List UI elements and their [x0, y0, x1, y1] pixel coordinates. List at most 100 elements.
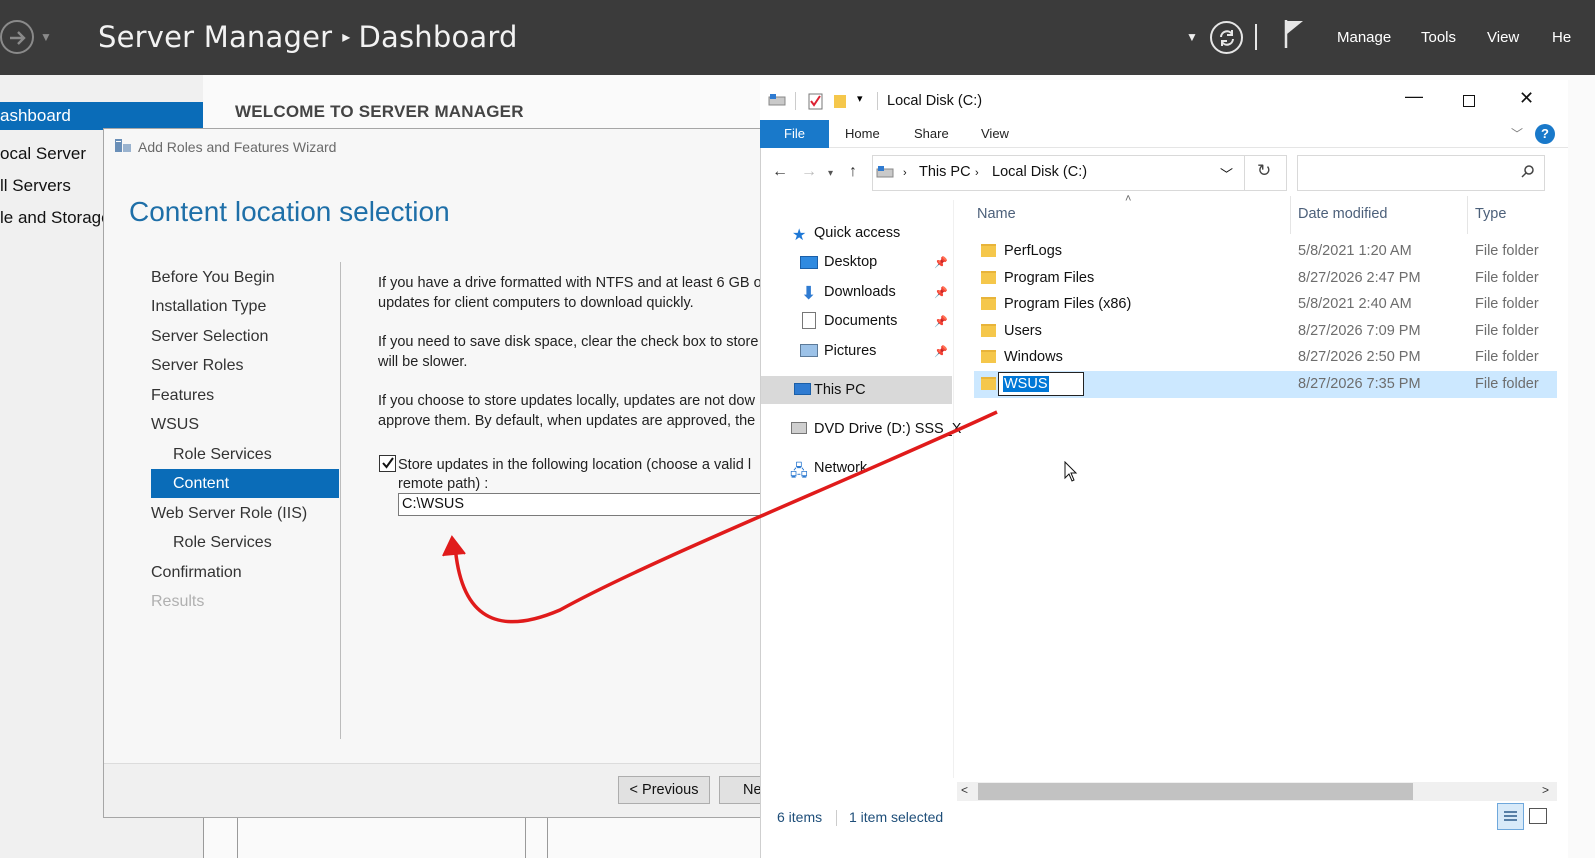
pin-icon[interactable]: 📌 [934, 315, 948, 328]
nav-documents[interactable]: Documents [824, 313, 897, 329]
tab-view[interactable]: View [981, 126, 1009, 141]
back-arrow-icon[interactable] [0, 20, 34, 54]
tab-share[interactable]: Share [914, 126, 949, 141]
step-content[interactable]: Content [173, 475, 229, 493]
nav-downloads[interactable]: Downloads [824, 284, 896, 300]
nav-desktop[interactable]: Desktop [824, 254, 877, 270]
close-icon[interactable]: ✕ [1519, 88, 1534, 109]
breadcrumb-this-pc[interactable]: This PC [919, 164, 971, 180]
pin-icon[interactable]: 📌 [934, 256, 948, 269]
step-web-server-role[interactable]: Web Server Role (IIS) [151, 505, 307, 523]
page-title: Dashboard [358, 20, 518, 54]
nav-this-pc[interactable]: This PC [814, 382, 866, 398]
search-icon[interactable] [1521, 164, 1535, 183]
up-icon[interactable]: ↑ [849, 163, 857, 181]
nav-dvd-drive[interactable]: DVD Drive (D:) SSS_X [814, 421, 961, 437]
column-date-modified[interactable]: Date modified [1298, 206, 1387, 222]
qat-divider [877, 92, 878, 110]
tab-file[interactable]: File [760, 120, 829, 148]
scroll-right-icon[interactable]: > [1542, 783, 1549, 797]
column-type[interactable]: Type [1475, 206, 1506, 222]
file-name[interactable]: Windows [1004, 349, 1063, 365]
menu-manage[interactable]: Manage [1337, 29, 1391, 46]
notifications-flag-icon[interactable] [1283, 18, 1307, 55]
file-name[interactable]: Users [1004, 323, 1042, 339]
column-name[interactable]: Name [977, 206, 1016, 222]
folder-icon [981, 350, 996, 363]
file-name[interactable]: Program Files (x86) [1004, 296, 1131, 312]
refresh-icon[interactable]: ↻ [1257, 161, 1271, 181]
nav-pictures[interactable]: Pictures [824, 343, 876, 359]
help-icon[interactable]: ? [1535, 124, 1555, 144]
step-server-selection[interactable]: Server Selection [151, 328, 268, 346]
details-view-icon[interactable] [1497, 803, 1524, 830]
step-results: Results [151, 593, 205, 610]
server-manager-titlebar: ▼ Server Manager ▸ Dashboard ▼ Manage Tool… [0, 0, 1595, 75]
maximize-icon[interactable] [1463, 95, 1475, 107]
previous-button[interactable]: < Previous [618, 776, 710, 804]
wizard-app-icon [114, 138, 132, 154]
qat-customize-icon[interactable]: ▾ [857, 92, 863, 105]
column-separator[interactable] [1290, 196, 1291, 234]
pin-icon[interactable]: 📌 [934, 286, 948, 299]
explorer-title: Local Disk (C:) [887, 93, 983, 109]
status-selected: 1 item selected [849, 809, 944, 825]
file-name[interactable]: Program Files [1004, 270, 1094, 286]
step-wsus[interactable]: WSUS [151, 416, 199, 434]
minimize-icon[interactable]: — [1405, 86, 1423, 107]
computer-icon [794, 383, 811, 395]
menu-view[interactable]: View [1487, 29, 1519, 46]
step-confirmation[interactable]: Confirmation [151, 564, 242, 582]
search-input[interactable] [1297, 155, 1545, 191]
qat-divider [795, 92, 796, 110]
menu-help[interactable]: He [1552, 29, 1571, 46]
tab-home[interactable]: Home [845, 126, 880, 141]
breadcrumb-separator-icon: ▸ [342, 27, 351, 46]
breadcrumb-chevron-icon: › [903, 167, 907, 179]
recent-locations-icon[interactable]: ▾ [828, 168, 833, 179]
step-role-services[interactable]: Role Services [173, 446, 272, 464]
large-icons-view-icon[interactable] [1529, 808, 1547, 824]
rename-input-text[interactable]: WSUS [1003, 376, 1049, 392]
toolbar-divider [1255, 24, 1257, 50]
info-text-line: approve them. By default, when updates a… [378, 413, 756, 429]
pin-icon[interactable]: 📌 [934, 345, 948, 358]
step-features[interactable]: Features [151, 387, 214, 405]
properties-icon[interactable] [808, 93, 824, 115]
step-before-you-begin[interactable]: Before You Begin [151, 269, 275, 287]
breadcrumb-local-disk[interactable]: Local Disk (C:) [992, 164, 1087, 180]
folder-icon [981, 324, 996, 337]
step-server-roles[interactable]: Server Roles [151, 357, 243, 375]
explorer-titlebar [760, 80, 1568, 120]
nav-quick-access[interactable]: Quick access [814, 225, 900, 241]
ribbon-tabs [760, 120, 1568, 148]
file-name[interactable]: PerfLogs [1004, 243, 1062, 259]
forward-icon[interactable]: → [801, 163, 817, 181]
file-date: 8/27/2026 2:47 PM [1298, 270, 1421, 286]
sidebar-item-dashboard[interactable]: ashboard [0, 102, 203, 130]
refresh-icon[interactable] [1210, 21, 1243, 54]
nav-network[interactable]: Network [814, 460, 867, 476]
dropdown-icon[interactable]: ▼ [1186, 30, 1198, 44]
menu-tools[interactable]: Tools [1421, 29, 1456, 46]
address-dropdown-icon[interactable]: ﹀ [1220, 164, 1233, 183]
checkbox-label[interactable]: Store updates in the following location … [398, 456, 751, 476]
store-updates-checkbox[interactable] [379, 455, 396, 472]
info-text-line: updates for client computers to download… [378, 295, 694, 311]
column-separator[interactable] [1467, 196, 1468, 234]
step-role-services-iis[interactable]: Role Services [173, 534, 272, 552]
documents-icon [802, 312, 816, 329]
scrollbar-thumb[interactable] [978, 783, 1413, 800]
ribbon-expand-icon[interactable]: ﹀ [1511, 125, 1523, 142]
history-dropdown-icon[interactable]: ▼ [40, 30, 52, 44]
drive-icon [768, 93, 786, 114]
scroll-left-icon[interactable]: < [961, 783, 968, 797]
back-icon[interactable]: ← [772, 163, 788, 181]
step-installation-type[interactable]: Installation Type [151, 298, 266, 316]
welcome-heading: WELCOME TO SERVER MANAGER [235, 102, 524, 121]
new-folder-icon[interactable] [833, 93, 847, 114]
downloads-icon: ⬇ [801, 283, 817, 303]
checkbox-label-cont: remote path) : [398, 476, 489, 492]
pictures-icon [800, 344, 818, 357]
content-path-input[interactable]: C:\WSUS [398, 493, 768, 516]
